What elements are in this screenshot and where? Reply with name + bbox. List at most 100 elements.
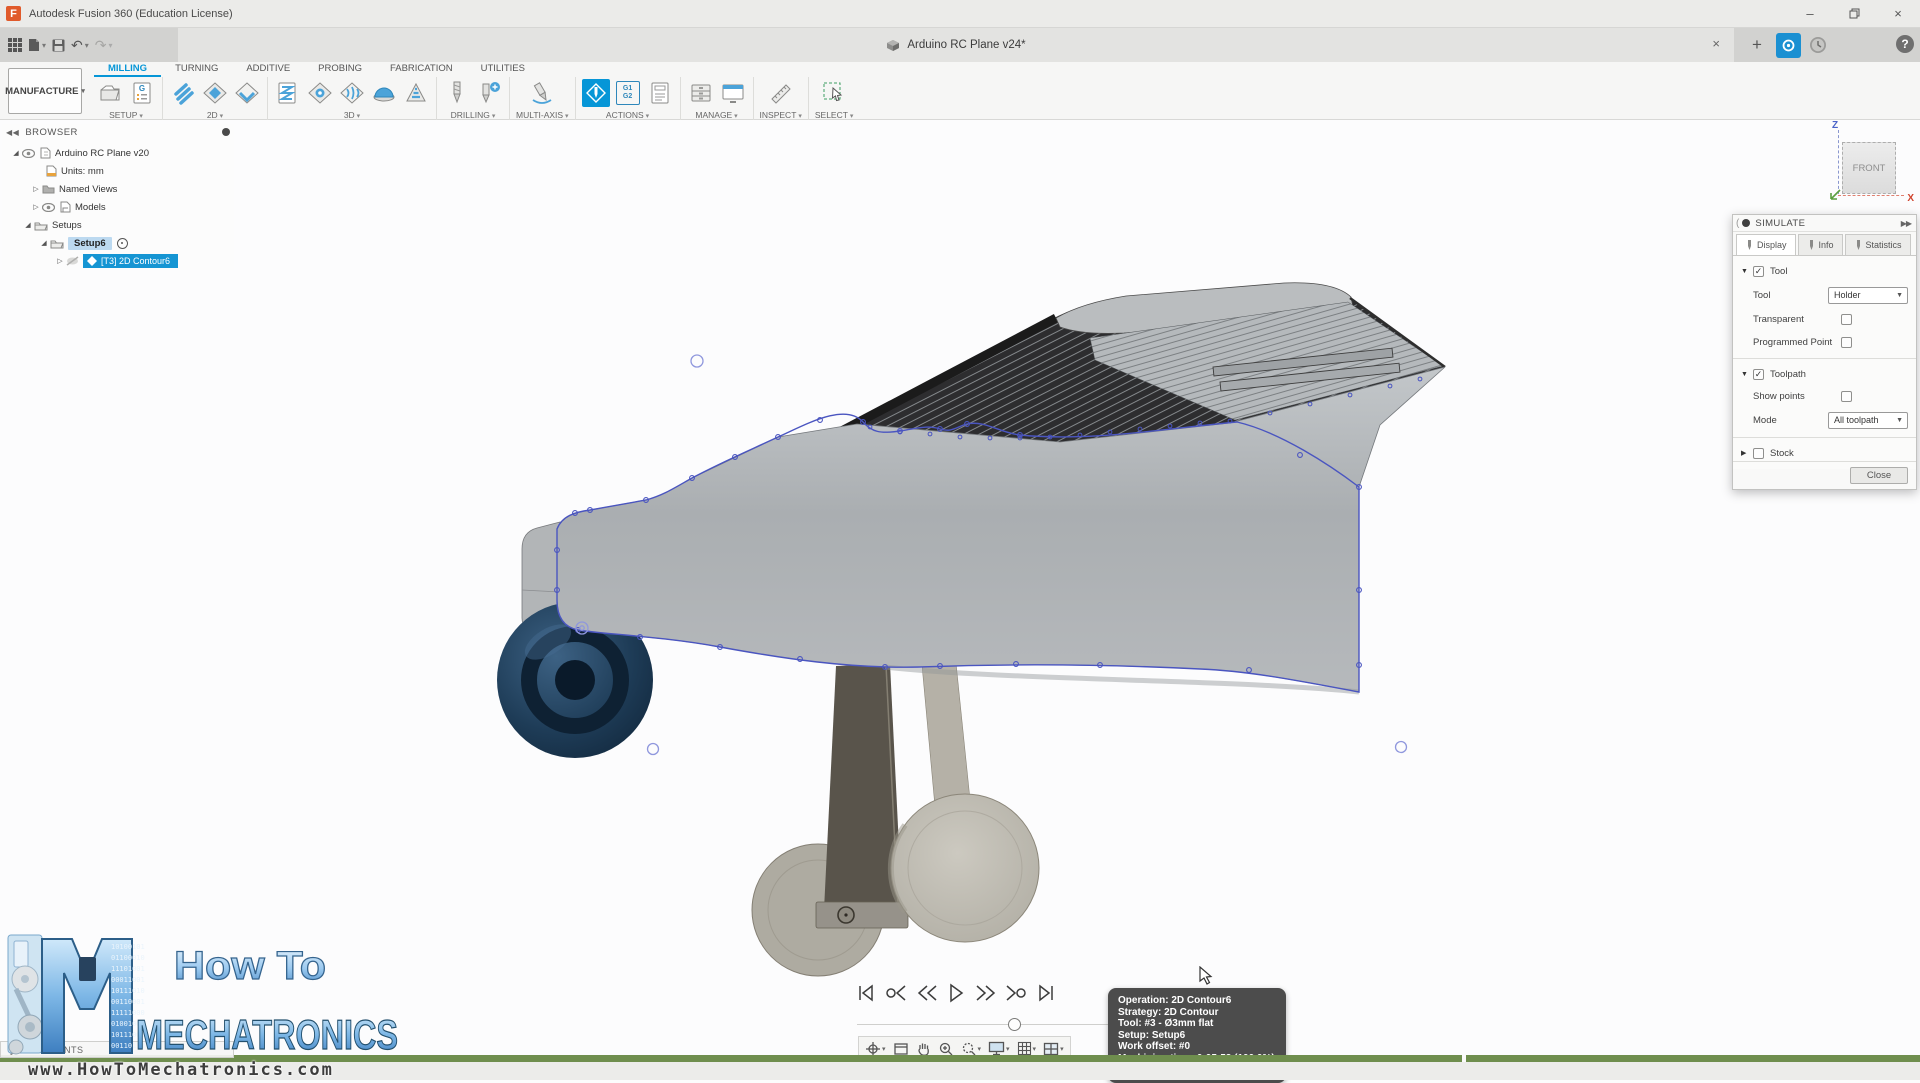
browser-item-setups[interactable]: ◢ Setups — [2, 216, 234, 234]
3d-spiral-icon[interactable] — [402, 79, 430, 107]
job-status-icon[interactable] — [1776, 33, 1801, 58]
tab-close-icon[interactable]: × — [1712, 36, 1720, 51]
suppressed-eye-icon[interactable] — [66, 256, 79, 266]
browser-item-setup6[interactable]: ◢ Setup6 — [2, 234, 234, 252]
go-to-end-button[interactable] — [1036, 984, 1056, 1002]
tab-display[interactable]: Display — [1736, 234, 1796, 255]
front-wheel[interactable] — [891, 794, 1039, 942]
tab-statistics[interactable]: Statistics — [1845, 234, 1911, 255]
show-points-checkbox[interactable] — [1841, 391, 1852, 402]
tab-additive[interactable]: ADDITIVE — [232, 62, 304, 77]
browser-header[interactable]: ◀◀ BROWSER — [2, 124, 234, 140]
tool-checkbox[interactable]: ✓ — [1753, 266, 1764, 277]
3d-scallop-icon[interactable] — [370, 79, 398, 107]
simulate-icon[interactable] — [582, 79, 610, 107]
visibility-eye-icon[interactable] — [42, 203, 55, 212]
new-drill-icon[interactable] — [475, 79, 503, 107]
drag-grip-icon[interactable]: ( — [1736, 218, 1739, 229]
play-button[interactable] — [947, 983, 965, 1003]
redo-icon[interactable]: ↷▾ — [95, 37, 113, 54]
browser-item-named-views[interactable]: ▷ Named Views — [2, 180, 234, 198]
group-label-select[interactable]: SELECT — [815, 110, 854, 120]
tool-section-header[interactable]: ▼ ✓ Tool — [1733, 260, 1916, 282]
group-label-multi-axis[interactable]: MULTI-AXIS — [516, 110, 569, 120]
pan-icon[interactable] — [916, 1041, 931, 1056]
3d-adaptive-icon[interactable] — [274, 79, 302, 107]
simulate-header[interactable]: ( SIMULATE ▶▶ — [1733, 215, 1916, 232]
tab-milling[interactable]: MILLING — [94, 62, 161, 77]
group-label-setup[interactable]: SETUP — [109, 110, 143, 120]
mode-dropdown[interactable]: All toolpath▼ — [1828, 412, 1908, 429]
workspace-selector[interactable]: MANUFACTURE▾ — [8, 68, 82, 114]
viewports-icon[interactable]: ▾ — [1043, 1042, 1064, 1056]
collapsed-arrow-icon[interactable]: ▷ — [30, 203, 42, 211]
toolpath-section-header[interactable]: ▼ ✓ Toolpath — [1733, 363, 1916, 385]
measure-icon[interactable] — [767, 79, 795, 107]
display-settings-icon[interactable]: ▾ — [988, 1041, 1010, 1056]
group-label-drilling[interactable]: DRILLING — [451, 110, 496, 120]
slider-handle[interactable] — [1008, 1018, 1021, 1031]
toolpath-checkbox[interactable]: ✓ — [1753, 369, 1764, 380]
look-at-icon[interactable] — [893, 1042, 909, 1056]
post-process-icon[interactable]: G1G2 — [614, 79, 642, 107]
tab-probing[interactable]: PROBING — [304, 62, 376, 77]
stock-checkbox[interactable] — [1753, 448, 1764, 459]
browser-item-root[interactable]: ◢ Arduino RC Plane v20 — [2, 144, 234, 162]
tool-library-icon[interactable] — [687, 79, 715, 107]
2d-pocket-icon[interactable] — [201, 79, 229, 107]
activate-setup-icon[interactable] — [117, 238, 128, 249]
view-cube-front-face[interactable]: FRONT — [1842, 142, 1896, 194]
tab-info[interactable]: Info — [1798, 234, 1843, 255]
grid-settings-icon[interactable]: ▾ — [1017, 1041, 1037, 1056]
group-label-inspect[interactable]: INSPECT — [760, 110, 802, 120]
display-settings-dot-icon[interactable] — [222, 128, 230, 136]
expand-arrow-icon[interactable]: ◢ — [10, 149, 22, 157]
setup-sheet-icon[interactable] — [646, 79, 674, 107]
model-viewport[interactable]: ◀◀ BROWSER ◢ Arduino RC Plane v20 Units:… — [0, 120, 1920, 1080]
drill-icon[interactable] — [443, 79, 471, 107]
group-label-3d[interactable]: 3D — [344, 110, 360, 120]
section-expand-icon[interactable]: ▼ — [1741, 268, 1753, 275]
collapse-panel-icon[interactable]: ◀◀ — [6, 128, 19, 137]
minimize-button[interactable]: – — [1788, 0, 1832, 27]
step-back-button[interactable] — [916, 984, 938, 1002]
2d-adaptive-icon[interactable] — [169, 79, 197, 107]
tab-utilities[interactable]: UTILITIES — [467, 62, 539, 77]
next-operation-button[interactable] — [1005, 984, 1027, 1002]
nc-program-icon[interactable]: G — [128, 79, 156, 107]
selected-operation[interactable]: [T3] 2D Contour6 — [83, 254, 178, 268]
tool-dropdown[interactable]: Holder▼ — [1828, 287, 1908, 304]
multi-axis-icon[interactable] — [528, 79, 556, 107]
3d-pocket-icon[interactable] — [306, 79, 334, 107]
2d-contour-icon[interactable] — [233, 79, 261, 107]
collapsed-arrow-icon[interactable]: ▷ — [54, 257, 66, 265]
new-tab-button[interactable]: + — [1744, 31, 1770, 59]
transparent-checkbox[interactable] — [1841, 314, 1852, 325]
view-cube[interactable]: FRONT Z X — [1820, 122, 1912, 204]
browser-item-operation[interactable]: ▷ [T3] 2D Contour6 — [2, 252, 234, 270]
tab-turning[interactable]: TURNING — [161, 62, 232, 77]
section-collapsed-icon[interactable]: ▶ — [1741, 449, 1753, 457]
file-menu-icon[interactable]: ▾ — [28, 38, 46, 52]
group-label-actions[interactable]: ACTIONS — [606, 110, 649, 120]
close-button[interactable]: Close — [1850, 467, 1908, 484]
task-manager-icon[interactable] — [719, 79, 747, 107]
browser-item-units[interactable]: Units: mm — [2, 162, 234, 180]
programmed-point-checkbox[interactable] — [1841, 337, 1852, 348]
browser-item-models[interactable]: ▷ Models — [2, 198, 234, 216]
new-setup-icon[interactable] — [96, 79, 124, 107]
undo-icon[interactable]: ↶▾ — [71, 37, 89, 54]
close-button[interactable]: × — [1876, 0, 1920, 27]
step-forward-button[interactable] — [974, 984, 996, 1002]
save-icon[interactable] — [52, 39, 65, 52]
group-label-manage[interactable]: MANAGE — [695, 110, 737, 120]
visibility-eye-icon[interactable] — [22, 149, 35, 158]
select-icon[interactable] — [820, 79, 848, 107]
section-expand-icon[interactable]: ▼ — [1741, 371, 1753, 378]
help-icon[interactable]: ? — [1896, 35, 1914, 53]
restore-button[interactable] — [1832, 0, 1876, 27]
expand-arrow-icon[interactable]: ◢ — [22, 221, 34, 229]
recent-files-clock-icon[interactable] — [1808, 35, 1828, 60]
tab-fabrication[interactable]: FABRICATION — [376, 62, 467, 77]
selected-setup-label[interactable]: Setup6 — [68, 237, 112, 250]
